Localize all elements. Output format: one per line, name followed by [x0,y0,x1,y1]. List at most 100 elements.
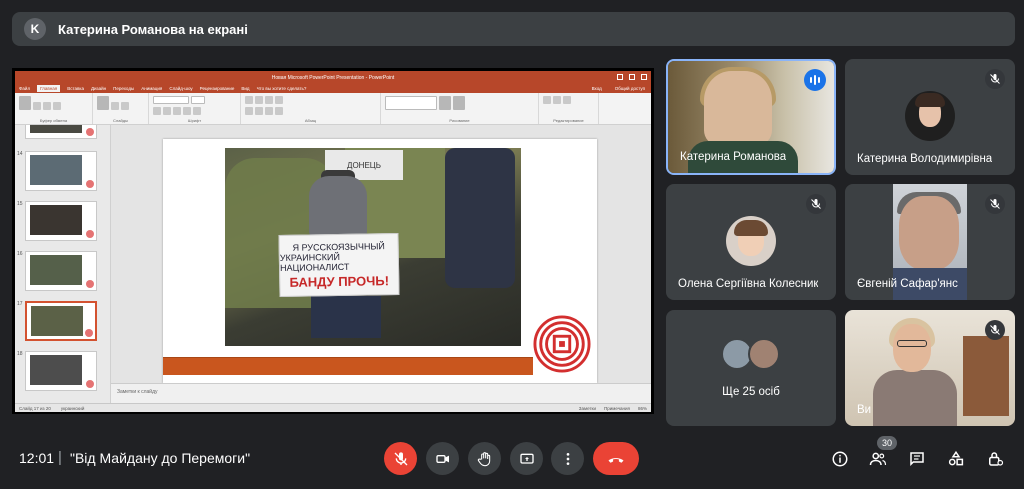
participant-tile[interactable]: Євгеній Сафар'янс [845,184,1015,300]
more-participants-label: Ще 25 осіб [722,386,780,398]
chat-icon [910,452,924,467]
slide-thumb [25,251,97,291]
camera-icon [435,454,449,463]
raise-hand-icon [477,451,490,466]
slide-thumb [25,125,97,139]
ribbon-group-clipboard: Буфер обмена [15,93,93,124]
end-call-button[interactable] [593,442,639,475]
mic-toggle-button[interactable] [384,442,417,475]
people-icon [869,452,887,466]
slide-thumb-selected [25,301,97,341]
presenter-title: Катерина Романова на екрані [58,21,248,37]
ppt-statusbar: Слайд 17 из 20 украинский Заметки Примеч… [15,403,651,412]
ribbon-group-slides: Слайды [93,93,149,124]
slide-thumbnails: 14 15 16 17 18 [15,125,111,403]
ppt-tab-view: Вид [241,86,250,91]
ppt-window-title: Новая Microsoft PowerPoint Presentation … [271,74,395,81]
slide-thumb [25,201,97,241]
avatar [748,338,780,370]
slide-footer-bar [163,357,533,375]
self-tile[interactable]: Ви [845,310,1015,426]
sign-line-3: БАНДУ ПРОЧЬ! [289,272,390,290]
slide-thumb [25,351,97,391]
mic-off-icon [985,69,1005,89]
ppt-tab-animation: Анимация [141,86,163,91]
status-notes: Заметки [578,405,596,411]
ribbon-group-paragraph: Абзац [241,93,381,124]
ppt-titlebar: Новая Microsoft PowerPoint Presentation … [15,71,651,84]
ppt-share: Общий доступ [614,86,645,91]
status-comments: Примечания [604,405,630,411]
ppt-ribbon-tabs: Файл Главная Вставка Дизайн Переходы Ани… [15,84,651,93]
ppt-tab-design: Дизайн [90,86,107,91]
ppt-signin: Вход [591,86,602,91]
end-call-icon [608,457,624,463]
slide-thumb-number: 16 [17,251,23,257]
more-icon [566,452,569,465]
status-language: украинский [60,405,85,411]
participant-tile[interactable]: Катерина Володимирівна [845,59,1015,175]
info-icon [832,451,848,467]
status-slide-counter: Слайд 17 из 20 [19,405,51,411]
slide-canvas: ДОНЕЦЬ Я РУССКОЯЗЫЧНЫЙ УКРАИНСКИЙ НАЦИОН… [111,125,651,403]
slide-thumb-number: 18 [17,351,23,357]
chat-button[interactable] [904,446,930,472]
slide-photo: ДОНЕЦЬ Я РУССКОЯЗЫЧНЫЙ УКРАИНСКИЙ НАЦИОН… [225,148,521,346]
meeting-title: "Від Майдану до Перемоги" [70,450,251,466]
slide-notes: Заметки к слайду [111,383,651,403]
mic-off-icon [985,320,1005,340]
participant-tile-speaking[interactable]: Катерина Романова [666,59,836,175]
powerpoint-window: Новая Microsoft PowerPoint Presentation … [15,71,651,412]
target-logo-icon [533,315,591,373]
speaking-indicator-icon [804,69,826,91]
host-controls-button[interactable] [982,446,1008,472]
ppt-tab-transitions: Переходы [113,86,135,91]
more-participants-tile[interactable]: Ще 25 осіб [666,310,836,426]
current-slide: ДОНЕЦЬ Я РУССКОЯЗЫЧНЫЙ УКРАИНСКИЙ НАЦИОН… [163,139,597,383]
avatar [726,216,776,266]
ribbon-group-font: Шрифт [149,93,241,124]
slide-thumb-number: 14 [17,151,23,157]
shared-screen[interactable]: Новая Microsoft PowerPoint Presentation … [12,68,654,414]
protest-sign: Я РУССКОЯЗЫЧНЫЙ УКРАИНСКИЙ НАЦИОНАЛИСТ Б… [278,232,400,298]
ppt-tab-file: Файл [19,86,31,91]
ppt-tab-insert: Вставка [67,86,84,91]
mic-off-icon [985,194,1005,214]
meeting-clock: 12:01 [19,450,55,466]
ppt-window-controls [617,74,647,80]
participant-name: Олена Сергіївна Колесник [678,278,819,290]
present-screen-button[interactable] [510,442,543,475]
ppt-tab-review: Рецензирование [199,86,235,91]
status-zoom: 86% [637,405,647,411]
people-button[interactable] [865,446,891,472]
ppt-ribbon: Буфер обмена Слайды Шрифт Абзац Рисовани… [15,93,651,125]
presenter-avatar: K [24,18,46,40]
raise-hand-button[interactable] [468,442,501,475]
more-options-button[interactable] [551,442,584,475]
activities-icon [948,450,964,466]
sign-line-2: УКРАИНСКИЙ НАЦИОНАЛИСТ [279,251,350,273]
participant-tile[interactable]: Олена Сергіївна Колесник [666,184,836,300]
present-icon [519,453,534,464]
camera-toggle-button[interactable] [426,442,459,475]
slide-thumb-number: 15 [17,201,23,207]
mic-off-icon [394,451,407,465]
ribbon-group-drawing: Рисование [381,93,539,124]
slide-thumb-number: 17 [17,301,23,307]
ppt-workspace: 14 15 16 17 18 ДОНЕЦЬ Я РУССКОЯЗЫЧНЫЙ УК… [15,125,651,403]
meeting-info-button[interactable] [827,446,853,472]
participant-name: Євгеній Сафар'янс [857,278,958,290]
ppt-tab-slideshow: Слайд-шоу [169,86,193,91]
divider: | [58,449,62,466]
ppt-tab-home: Главная [37,85,61,92]
participant-name: Ви [857,404,872,416]
ppt-search-hint: Что вы хотите сделать? [256,86,307,91]
avatar [905,91,955,141]
participant-name: Катерина Романова [680,151,787,163]
participant-name: Катерина Володимирівна [857,153,993,165]
lock-icon [989,452,1004,466]
presenter-bar: K Катерина Романова на екрані [12,12,1015,46]
mic-off-icon [806,194,826,214]
slide-thumb [25,151,97,191]
activities-button[interactable] [943,446,969,472]
